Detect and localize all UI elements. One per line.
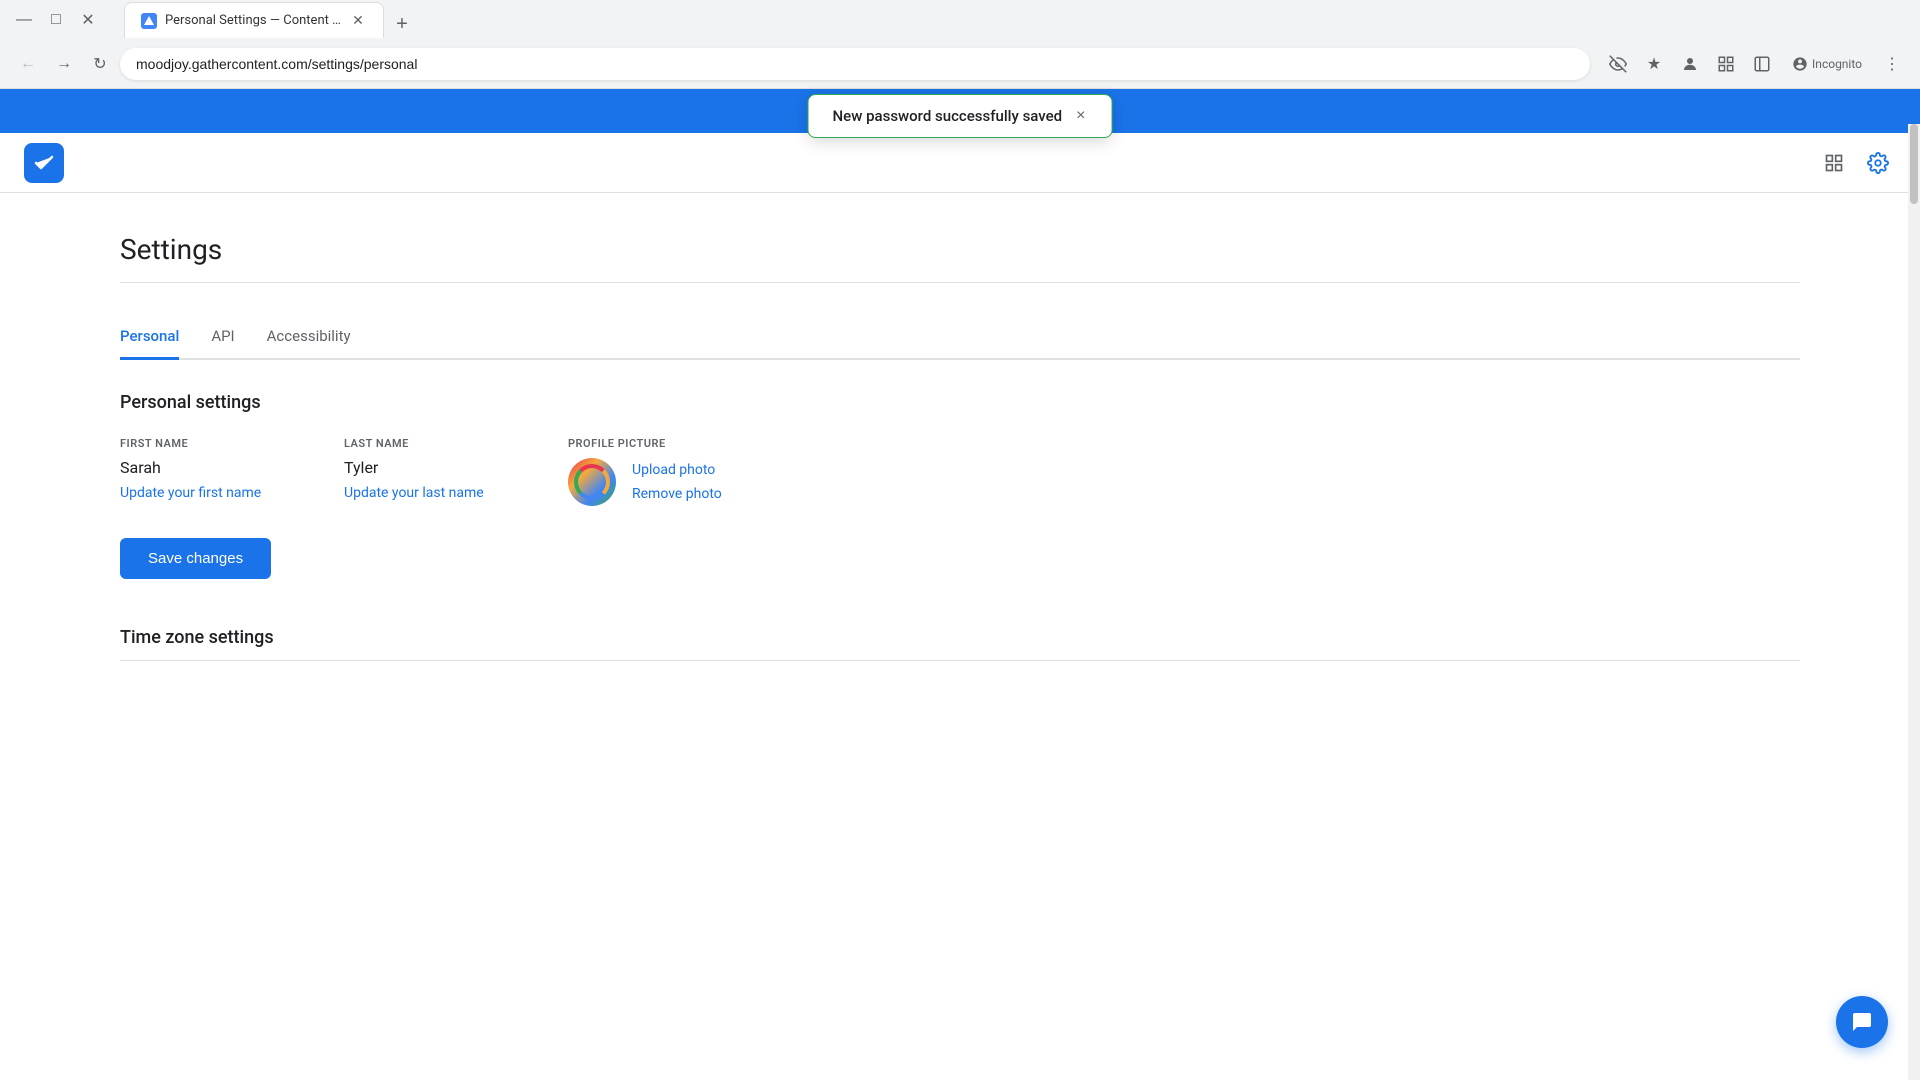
first-name-field: FIRST NAME Sarah Update your first name [120, 437, 320, 506]
bookmark-icon[interactable]: ★ [1638, 48, 1670, 80]
window-controls: ― □ ✕ [12, 8, 100, 32]
toast-message: New password successfully saved [833, 107, 1063, 125]
sidebar-icon[interactable] [1746, 48, 1778, 80]
last-name-value: Tyler [344, 458, 544, 477]
main-content: Settings Personal API Accessibility Pers… [0, 193, 1920, 1045]
tab-close-button[interactable]: ✕ [349, 12, 367, 30]
first-name-value: Sarah [120, 458, 320, 477]
update-last-name-link[interactable]: Update your last name [344, 485, 544, 501]
tabs-bar: Personal Settings — Content W ✕ + [112, 2, 428, 38]
profile-picture-section: Upload photo Remove photo [568, 458, 1800, 506]
save-changes-button[interactable]: Save changes [120, 538, 271, 579]
last-name-field: LAST NAME Tyler Update your last name [344, 437, 544, 506]
header-actions [1816, 145, 1896, 181]
vertical-scrollbar[interactable] [1908, 124, 1920, 1080]
profile-links: Upload photo Remove photo [632, 458, 722, 502]
extensions-icon[interactable] [1710, 48, 1742, 80]
profile-icon[interactable] [1674, 48, 1706, 80]
scrollbar-thumb[interactable] [1910, 124, 1918, 204]
address-bar[interactable] [120, 48, 1590, 80]
personal-settings-form: FIRST NAME Sarah Update your first name … [120, 437, 1800, 506]
tab-accessibility[interactable]: Accessibility [267, 315, 351, 360]
profile-picture-field: PROFILE PICTURE Upload photo Remove phot… [568, 437, 1800, 506]
first-name-label: FIRST NAME [120, 437, 320, 450]
tab-favicon [141, 13, 157, 29]
settings-gear-icon-button[interactable] [1860, 145, 1896, 181]
incognito-badge[interactable]: Incognito [1782, 52, 1872, 76]
tab-personal[interactable]: Personal [120, 315, 179, 360]
back-button[interactable]: ← [12, 48, 44, 80]
chat-support-button[interactable] [1836, 996, 1888, 1048]
maximize-button[interactable]: □ [44, 8, 68, 32]
grid-icon-button[interactable] [1816, 145, 1852, 181]
browser-chrome: ― □ ✕ Personal Settings — Content W ✕ + … [0, 0, 1920, 89]
toast-close-button[interactable]: × [1074, 108, 1087, 124]
menu-button[interactable]: ⋮ [1876, 48, 1908, 80]
app-header [0, 133, 1920, 193]
profile-picture-label: PROFILE PICTURE [568, 437, 1800, 450]
minimize-button[interactable]: ― [12, 8, 36, 32]
close-button[interactable]: ✕ [76, 8, 100, 32]
tab-api[interactable]: API [211, 315, 234, 360]
toast-notification: New password successfully saved × [808, 94, 1113, 138]
app-logo[interactable] [24, 143, 64, 183]
personal-settings-section-title: Personal settings [120, 392, 1800, 413]
time-zone-section-title: Time zone settings [120, 627, 1800, 648]
avatar-spinner [574, 464, 610, 500]
title-divider [120, 282, 1800, 283]
time-zone-divider [120, 660, 1800, 661]
browser-titlebar: ― □ ✕ Personal Settings — Content W ✕ + [0, 0, 1920, 40]
toolbar-actions: ★ Incognito ⋮ [1602, 48, 1908, 80]
incognito-label: Incognito [1812, 57, 1862, 71]
forward-button[interactable]: → [48, 48, 80, 80]
browser-toolbar: ← → ↻ ★ Incognito ⋮ [0, 40, 1920, 88]
reload-button[interactable]: ↻ [84, 48, 116, 80]
upload-photo-link[interactable]: Upload photo [632, 462, 722, 478]
profile-avatar [568, 458, 616, 506]
last-name-label: LAST NAME [344, 437, 544, 450]
eye-off-icon[interactable] [1602, 48, 1634, 80]
tab-title: Personal Settings — Content W [165, 13, 341, 28]
page-title: Settings [120, 233, 1800, 266]
browser-tab[interactable]: Personal Settings — Content W ✕ [124, 2, 384, 38]
new-tab-button[interactable]: + [388, 10, 416, 38]
app-container: You only have... rade now → New password… [0, 89, 1920, 1045]
remove-photo-link[interactable]: Remove photo [632, 486, 722, 502]
update-first-name-link[interactable]: Update your first name [120, 485, 320, 501]
tabs-nav: Personal API Accessibility [120, 315, 1800, 360]
